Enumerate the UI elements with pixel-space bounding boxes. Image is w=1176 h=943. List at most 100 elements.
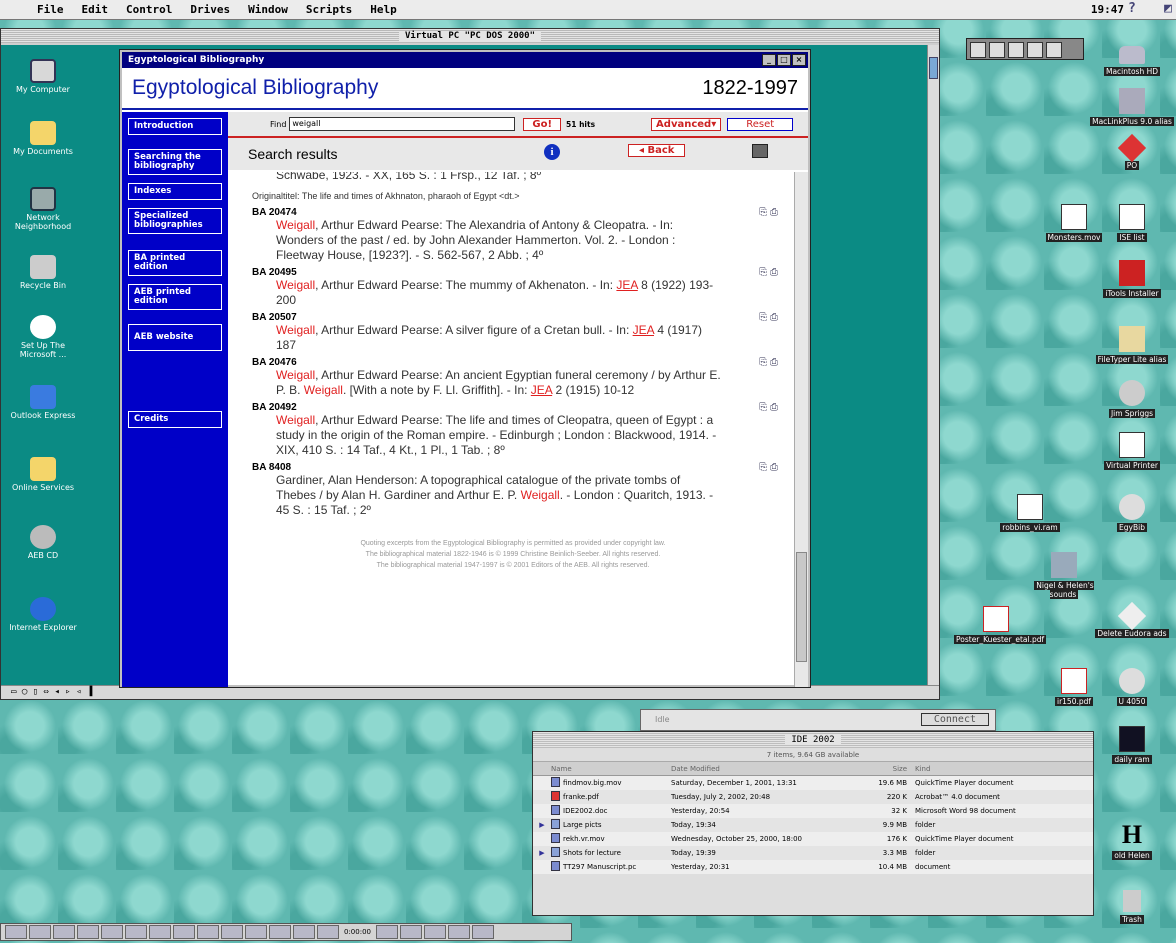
control-strip-module[interactable] (29, 925, 51, 939)
desktop-icon-recycle-bin[interactable]: Recycle Bin (3, 255, 83, 290)
file-row[interactable]: franke.pdf Tuesday, July 2, 2002, 20:48 22… (533, 790, 1093, 804)
desktop-icon-online-services[interactable]: Online Services (3, 457, 83, 492)
control-strip-module[interactable] (269, 925, 291, 939)
print-icon[interactable] (752, 144, 768, 158)
nav-ba-printed[interactable]: BA printed edition (128, 250, 222, 276)
desktop-icon-maclinkplus[interactable]: MacLinkPlus 9.0 alias (1090, 88, 1174, 126)
menu-file[interactable]: File (28, 3, 73, 16)
control-strip-module[interactable] (53, 925, 75, 939)
folder-row[interactable]: ▶ Large picts Today, 19:34 9.9 MB folder (533, 818, 1093, 832)
back-button[interactable]: ◂ Back (628, 144, 686, 157)
palette-icon-4[interactable] (1027, 42, 1043, 58)
desktop-icon-sounds[interactable]: Nigel & Helen's sounds (1022, 552, 1106, 599)
desktop-icon-daily-ram[interactable]: daily ram (1090, 726, 1174, 764)
control-strip-module[interactable] (149, 925, 171, 939)
jea-link[interactable]: JEA (531, 383, 552, 397)
vpc-vertical-scrollbar[interactable] (927, 45, 939, 687)
desktop-icon-trash[interactable]: Trash (1090, 890, 1174, 924)
palette-icon-3[interactable] (1008, 42, 1024, 58)
palette-icon-1[interactable] (970, 42, 986, 58)
desktop-icon-delete-eudora[interactable]: Delete Eudora ads (1090, 601, 1174, 638)
folder-row[interactable]: ▶ Shots for lecture Today, 19:39 3.3 MB fold… (533, 846, 1093, 860)
desktop-icon-my-documents[interactable]: My Documents (3, 121, 83, 156)
results-scroll-thumb[interactable] (796, 552, 807, 662)
menu-help[interactable]: Help (361, 3, 406, 16)
menu-drives[interactable]: Drives (181, 3, 239, 16)
palette-icon-2[interactable] (989, 42, 1005, 58)
column-kind[interactable]: Kind (911, 762, 1081, 775)
nav-aeb-website[interactable]: AEB website (128, 324, 222, 351)
desktop-icon-internet-explorer[interactable]: Internet Explorer (3, 597, 83, 632)
minimize-button[interactable]: _ (762, 54, 776, 66)
finder-titlebar[interactable]: IDE 2002 (533, 732, 1093, 748)
column-date[interactable]: Date Modified (671, 762, 857, 775)
control-strip-module[interactable] (317, 925, 339, 939)
advanced-button[interactable]: Advanced▾ (651, 117, 722, 131)
reset-button[interactable]: Reset (727, 117, 794, 131)
disclosure-triangle-icon[interactable]: ▶ (533, 818, 551, 832)
control-strip-module[interactable] (472, 925, 494, 939)
desktop-icon-u4050[interactable]: U 4050 (1090, 668, 1174, 706)
nav-aeb-printed[interactable]: AEB printed edition (128, 284, 222, 310)
desktop-icon-msn-setup[interactable]: Set Up The Microsoft ... (3, 315, 83, 359)
column-size[interactable]: Size (857, 762, 911, 775)
control-strip-module[interactable] (5, 925, 27, 939)
jea-link[interactable]: JEA (633, 323, 654, 337)
desktop-icon-ise-list[interactable]: ISE list (1090, 204, 1174, 242)
desktop-icon-filetyper[interactable]: FileTyper Lite alias (1090, 326, 1174, 364)
maximize-button[interactable]: □ (777, 54, 791, 66)
control-strip-module[interactable] (101, 925, 123, 939)
eb-titlebar[interactable]: Egyptological Bibliography _ □ × (122, 52, 808, 68)
desktop-icon-jim-spriggs[interactable]: Jim Spriggs (1090, 380, 1174, 418)
file-row[interactable]: rekh.vr.mov Wednesday, October 25, 2000, … (533, 832, 1093, 846)
menu-edit[interactable]: Edit (73, 3, 118, 16)
menu-control[interactable]: Control (117, 3, 181, 16)
disclosure-triangle-icon[interactable]: ▶ (533, 846, 551, 860)
desktop-icon-robbins-ram[interactable]: robbins_vi.ram (988, 494, 1072, 532)
copy-print-icons[interactable]: ⎘ ⎙ (759, 312, 778, 323)
desktop-icon-network[interactable]: Network Neighborhood (3, 187, 83, 231)
control-strip-timer[interactable]: 0:00:00 (341, 928, 374, 936)
desktop-icon-outlook[interactable]: Outlook Express (3, 385, 83, 420)
control-strip-module[interactable] (293, 925, 315, 939)
nav-indexes[interactable]: Indexes (128, 183, 222, 200)
menu-window[interactable]: Window (239, 3, 297, 16)
desktop-icon-macintosh-hd[interactable]: Macintosh HD (1090, 46, 1174, 76)
control-strip-module[interactable] (376, 925, 398, 939)
control-strip-module[interactable] (245, 925, 267, 939)
control-strip-module[interactable] (77, 925, 99, 939)
copy-print-icons[interactable]: ⎘ ⎙ (759, 357, 778, 368)
application-menu-icon[interactable]: ◩ (1164, 1, 1172, 16)
menu-scripts[interactable]: Scripts (297, 3, 361, 16)
palette-icon-5[interactable] (1046, 42, 1062, 58)
copy-print-icons[interactable]: ⎘ ⎙ (759, 462, 778, 473)
go-button[interactable]: Go! (523, 117, 562, 131)
desktop-icon-poster-pdf[interactable]: Poster_Kuester_etal.pdf (954, 606, 1047, 644)
desktop-icon-old-helen[interactable]: Hold Helen (1090, 822, 1174, 860)
nav-introduction[interactable]: Introduction (128, 118, 222, 135)
desktop-icon-virtual-printer[interactable]: Virtual Printer (1090, 432, 1174, 470)
nav-credits[interactable]: Credits (128, 411, 222, 428)
column-name[interactable]: Name (551, 762, 671, 775)
help-menu-icon[interactable]: ? (1128, 1, 1136, 16)
vpc-scroll-thumb[interactable] (929, 57, 938, 79)
control-strip-module[interactable] (424, 925, 446, 939)
menubar-clock[interactable]: 19:47 (1091, 3, 1124, 16)
control-strip-module[interactable] (400, 925, 422, 939)
nav-specialized[interactable]: Specialized bibliographies (128, 208, 222, 234)
file-row[interactable]: TT297 Manuscript.pc Yesterday, 20:31 10.4 … (533, 860, 1093, 874)
control-strip-module[interactable] (197, 925, 219, 939)
copy-print-icons[interactable]: ⎘ ⎙ (759, 207, 778, 218)
desktop-icon-aeb-cd[interactable]: AEB CD (3, 525, 83, 560)
copy-print-icons[interactable]: ⎘ ⎙ (759, 402, 778, 413)
desktop-icon-po[interactable]: PO (1090, 133, 1174, 170)
desktop-icon-my-computer[interactable]: My Computer (3, 59, 83, 94)
virtual-pc-titlebar[interactable]: Virtual PC "PC DOS 2000" (1, 29, 939, 43)
find-input[interactable]: weigall (289, 117, 516, 131)
nav-searching[interactable]: Searching the bibliography (128, 149, 222, 175)
desktop-icon-itools-installer[interactable]: iTools Installer (1090, 260, 1174, 298)
control-strip-module[interactable] (125, 925, 147, 939)
control-strip-module[interactable] (173, 925, 195, 939)
desktop-icon-egybib[interactable]: EgyBib (1090, 494, 1174, 532)
close-button[interactable]: × (792, 54, 806, 66)
